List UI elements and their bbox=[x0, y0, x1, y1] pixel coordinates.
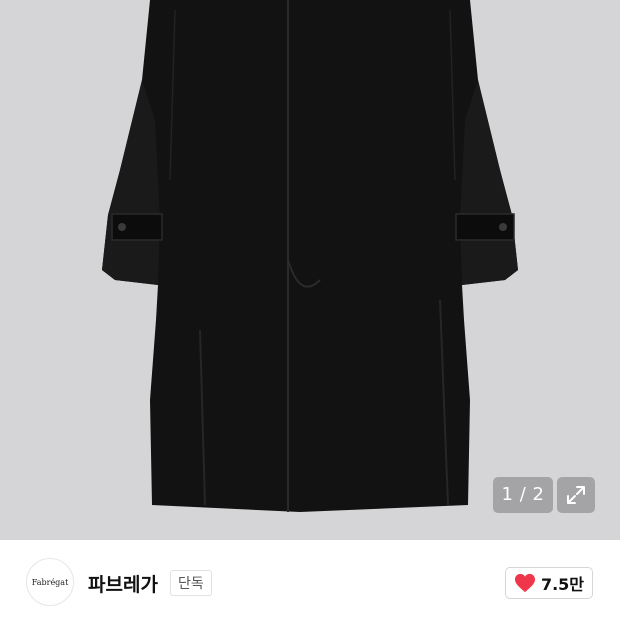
heart-icon bbox=[514, 573, 535, 593]
expand-icon bbox=[567, 486, 585, 504]
like-button[interactable]: 7.5만 bbox=[505, 567, 593, 599]
brand-name[interactable]: 파브레가 bbox=[88, 570, 158, 597]
exclusive-badge: 단독 bbox=[170, 570, 212, 596]
brand-logo[interactable]: Fabrégat bbox=[26, 558, 74, 606]
image-counter: 1 / 2 bbox=[493, 477, 553, 513]
like-count: 7.5만 bbox=[540, 575, 585, 594]
coat-illustration bbox=[102, 0, 518, 512]
product-image[interactable]: 1 / 2 bbox=[0, 0, 620, 540]
brand-bar: Fabrégat 파브레가 단독 7.5만 bbox=[0, 540, 620, 620]
brand-logo-text: Fabrégat bbox=[31, 577, 69, 587]
expand-button[interactable] bbox=[557, 477, 595, 513]
